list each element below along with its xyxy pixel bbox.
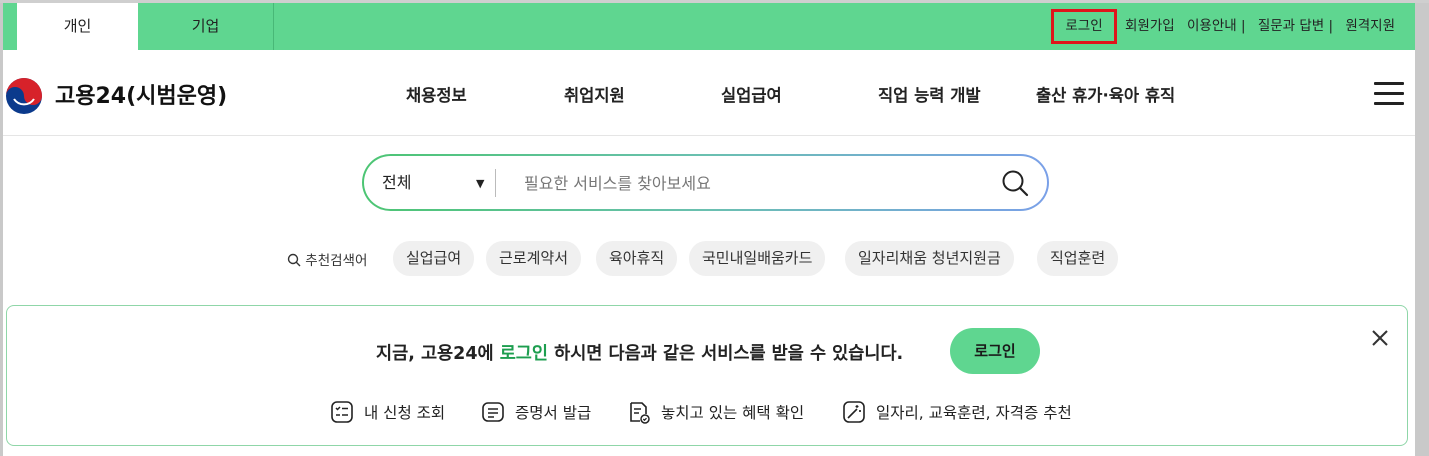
- main-header: 고용24(시범운영) 채용정보 취업지원 실업급여 직업 능력 개발 출산 휴가…: [3, 50, 1415, 136]
- document-check-icon: [630, 402, 650, 424]
- top-utility-bar: 개인 기업 로그인 회원가입 이용안내 | 질문과 답변 | 원격지원: [3, 3, 1415, 50]
- service-label: 증명서 발급: [515, 404, 592, 422]
- keyword-chip[interactable]: 근로계약서: [486, 241, 582, 276]
- login-promo-message: 지금, 고용24에 로그인 하시면 다음과 같은 서비스를 받을 수 있습니다.: [376, 340, 903, 365]
- divider: [495, 169, 496, 197]
- remote-support-link[interactable]: 원격지원: [1345, 18, 1395, 34]
- nav-vocational-training[interactable]: 직업 능력 개발: [878, 82, 981, 106]
- service-missed-benefits[interactable]: 놓치고 있는 혜택 확인: [627, 399, 804, 425]
- signup-link[interactable]: 회원가입: [1125, 18, 1175, 34]
- keyword-chip[interactable]: 육아휴직: [596, 241, 678, 276]
- guide-link[interactable]: 이용안내 |: [1187, 18, 1246, 34]
- service-my-applications[interactable]: 내 신청 조회: [330, 399, 445, 425]
- service-recommendations[interactable]: 일자리, 교육훈련, 자격증 추천: [842, 399, 1072, 425]
- site-logo-text[interactable]: 고용24(시범운영): [55, 78, 227, 110]
- message-highlight: 로그인: [499, 344, 548, 364]
- page: 개인 기업 로그인 회원가입 이용안내 | 질문과 답변 | 원격지원 고용24…: [0, 3, 1429, 456]
- nav-employment-support[interactable]: 취업지원: [564, 82, 625, 106]
- service-label: 놓치고 있는 혜택 확인: [661, 404, 805, 422]
- taegeuk-logo-icon[interactable]: [5, 77, 43, 115]
- keyword-chip[interactable]: 실업급여: [393, 241, 475, 276]
- search-bar: 전체 ▼: [362, 154, 1049, 211]
- service-label: 내 신청 조회: [364, 404, 446, 422]
- keyword-chip[interactable]: 국민내일배움카드: [689, 241, 826, 276]
- search-input[interactable]: [524, 169, 984, 197]
- nav-unemployment-benefit[interactable]: 실업급여: [721, 82, 782, 106]
- tab-business[interactable]: 기업: [138, 3, 274, 50]
- certificate-icon: [482, 402, 504, 422]
- utility-links: 회원가입 이용안내 | 질문과 답변 | 원격지원: [1125, 3, 1395, 50]
- message-text: 지금, 고용24에: [376, 344, 500, 364]
- search-small-icon: [287, 253, 301, 267]
- nav-job-info[interactable]: 채용정보: [406, 82, 467, 106]
- tab-personal[interactable]: 개인: [17, 3, 138, 50]
- message-text: 하시면 다음과 같은 서비스를 받을 수 있습니다.: [548, 344, 904, 364]
- qna-link[interactable]: 질문과 답변 |: [1258, 18, 1333, 34]
- menu-hamburger-icon[interactable]: [1374, 82, 1404, 106]
- search-icon[interactable]: [1000, 168, 1030, 198]
- service-certificate-issue[interactable]: 증명서 발급: [481, 399, 591, 425]
- nav-parental-leave[interactable]: 출산 휴가·육아 휴직: [1036, 82, 1175, 106]
- panel-login-button[interactable]: 로그인: [950, 328, 1040, 374]
- magic-wand-icon: [843, 401, 865, 423]
- checklist-icon: [331, 401, 353, 423]
- keyword-chip[interactable]: 직업훈련: [1037, 241, 1119, 276]
- close-icon[interactable]: [1370, 328, 1390, 348]
- recommended-label-text: 추천검색어: [305, 253, 368, 269]
- service-label: 일자리, 교육훈련, 자격증 추천: [876, 404, 1072, 422]
- login-promo-panel: 지금, 고용24에 로그인 하시면 다음과 같은 서비스를 받을 수 있습니다.…: [6, 305, 1408, 446]
- login-link[interactable]: 로그인: [1051, 9, 1117, 44]
- keyword-chip[interactable]: 일자리채움 청년지원금: [845, 241, 1014, 276]
- search-category-select[interactable]: 전체: [382, 156, 411, 209]
- caret-down-icon[interactable]: ▼: [476, 177, 484, 190]
- recommended-label: 추천검색어: [287, 249, 367, 269]
